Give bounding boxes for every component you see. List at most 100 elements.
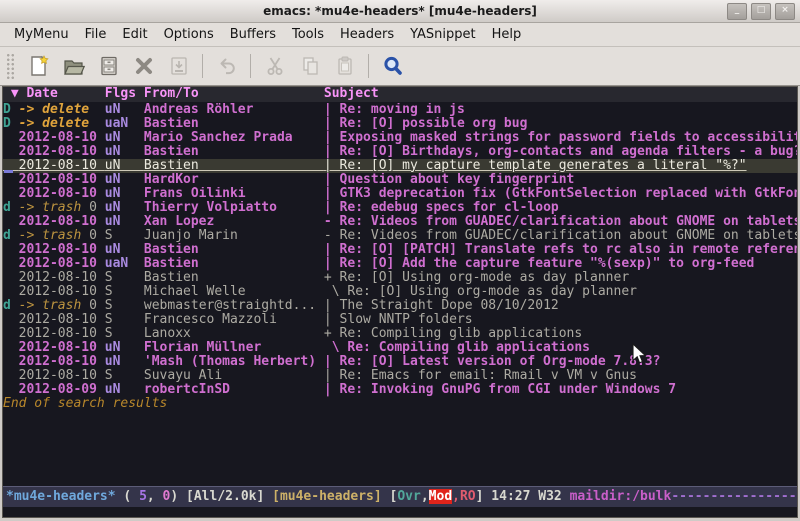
fringe-cursor (4, 170, 13, 173)
new-file-icon (27, 54, 51, 78)
message-row[interactable]: 2012-08-10 uN Bastien | Re: [O] Birthday… (3, 145, 797, 159)
message-row-current[interactable]: 2012-08-10 uN Bastien | Re: [O] my captu… (3, 159, 797, 173)
row-segment: -> trash (19, 229, 82, 243)
row-segment: - Re: Videos from GUADEC/clarification a… (324, 215, 797, 229)
menu-item-yasnippet[interactable]: YASnippet (402, 25, 484, 44)
row-segment: | Re: [O] Add the capture feature "%(sex… (324, 257, 754, 271)
save-icon (97, 54, 121, 78)
modeline-segment: , (147, 489, 163, 504)
minimize-button[interactable]: _ (727, 3, 747, 20)
message-row[interactable]: 2012-08-10 S Bastien + Re: [O] Using org… (3, 271, 797, 285)
row-segment: Bastien (144, 271, 324, 285)
message-row[interactable]: 2012-08-10 uN Mario Sanchez Prada | Expo… (3, 131, 797, 145)
emacs-window: emacs: *mu4e-headers* [mu4e-headers] _□×… (0, 0, 800, 521)
message-row[interactable]: d -> trash 0 uN Thierry Volpiatto | Re: … (3, 201, 797, 215)
message-row[interactable]: 2012-08-10 S Lanoxx + Re: Compiling glib… (3, 327, 797, 341)
row-segment: Mario Sanchez Prada (144, 131, 324, 145)
row-segment: Florian Müllner (144, 341, 324, 355)
row-segment (3, 257, 19, 271)
message-row[interactable]: d -> trash 0 S webmaster@straightd... | … (3, 299, 797, 313)
row-segment (3, 313, 19, 327)
message-row[interactable]: D -> delete uaN Bastien | Re: [O] possib… (3, 117, 797, 131)
row-segment: 2012-08-10 (19, 271, 105, 285)
menu-item-tools[interactable]: Tools (284, 25, 332, 44)
row-segment: uN (105, 355, 144, 369)
message-row[interactable]: 2012-08-09 uN robertcInSD | Re: Invoking… (3, 383, 797, 397)
message-row[interactable]: D -> delete uN Andreas Röhler | Re: movi… (3, 103, 797, 117)
row-segment (3, 215, 19, 229)
row-segment (3, 341, 19, 355)
save-as-button[interactable] (161, 51, 196, 82)
close-button[interactable]: × (775, 3, 795, 20)
menu-item-help[interactable]: Help (484, 25, 530, 44)
paste-button[interactable] (327, 51, 362, 82)
row-segment: Bastien (144, 243, 324, 257)
maximize-button[interactable]: □ (751, 3, 771, 20)
row-segment (3, 271, 19, 285)
message-row[interactable]: 2012-08-10 S Michael Welle \ Re: [O] Usi… (3, 285, 797, 299)
row-segment: | Re: [O] my capture template generates … (324, 159, 747, 173)
row-segment: uN (105, 187, 144, 201)
modeline[interactable]: *mu4e-headers* ( 5, 0) [All/2.0k] [mu4e-… (3, 486, 797, 507)
row-segment: Lanoxx (144, 327, 324, 341)
menu-item-file[interactable]: File (77, 25, 115, 44)
message-row[interactable]: 2012-08-10 uN HardKor | Question about k… (3, 173, 797, 187)
row-segment: uN (105, 215, 144, 229)
row-segment: S (105, 327, 144, 341)
toolbar-drag-handle[interactable] (6, 53, 15, 79)
menu-item-mymenu[interactable]: MyMenu (6, 25, 77, 44)
titlebar[interactable]: emacs: *mu4e-headers* [mu4e-headers] _□× (0, 0, 800, 23)
undo-button[interactable] (209, 51, 244, 82)
message-row[interactable]: 2012-08-10 uN Bastien | Re: [O] [PATCH] … (3, 243, 797, 257)
row-segment: 0 (81, 201, 104, 215)
row-segment: HardKor (144, 173, 324, 187)
row-segment: uN (105, 341, 144, 355)
message-row[interactable]: 2012-08-10 uN Frans Oilinki | GTK3 depre… (3, 187, 797, 201)
row-segment: uaN (105, 117, 144, 131)
close-buffer-button[interactable] (126, 51, 161, 82)
toolbar-separator (250, 54, 251, 78)
echo-area[interactable] (3, 507, 797, 517)
row-segment: S (105, 313, 144, 327)
column-headers[interactable]: ▼ Date Flgs From/To Subject (3, 87, 797, 102)
row-segment: 2012-08-10 (19, 215, 105, 229)
message-row[interactable]: 2012-08-10 uN Florian Müllner \ Re: Comp… (3, 341, 797, 355)
modeline-segment: ] (476, 489, 492, 504)
message-row[interactable]: 2012-08-10 uN 'Mash (Thomas Herbert) | R… (3, 355, 797, 369)
modeline-segment: 14:27 W32 (491, 489, 569, 504)
modeline-segment: [mu4e-headers] (272, 489, 389, 504)
row-segment: \ Re: [O] Using org-mode as day planner (324, 285, 637, 299)
menu-item-options[interactable]: Options (156, 25, 222, 44)
row-segment: 2012-08-10 (19, 341, 105, 355)
row-segment: 2012-08-10 (19, 131, 105, 145)
message-row[interactable]: 2012-08-10 uaN Bastien | Re: [O] Add the… (3, 257, 797, 271)
row-segment: S (105, 229, 144, 243)
row-segment (3, 327, 19, 341)
row-segment: + Re: [O] Using org-mode as day planner (324, 271, 629, 285)
open-folder-button[interactable] (56, 51, 91, 82)
copy-button[interactable] (292, 51, 327, 82)
row-segment: \ Re: Compiling glib applications (324, 341, 590, 355)
row-segment: uN (105, 103, 144, 117)
row-segment: uN (105, 243, 144, 257)
menu-item-edit[interactable]: Edit (114, 25, 155, 44)
menu-item-headers[interactable]: Headers (332, 25, 402, 44)
open-folder-icon (62, 54, 86, 78)
toolbar-separator (202, 54, 203, 78)
save-button[interactable] (91, 51, 126, 82)
message-row[interactable]: 2012-08-10 S Suvayu Ali | Re: Emacs for … (3, 369, 797, 383)
cut-button[interactable] (257, 51, 292, 82)
row-segment: S (105, 369, 144, 383)
message-row[interactable]: d -> trash 0 S Juanjo Marin - Re: Videos… (3, 229, 797, 243)
modeline-segment: RO (460, 489, 476, 504)
row-segment: | Re: [O] Birthdays, org-contacts and ag… (324, 145, 797, 159)
new-file-button[interactable] (21, 51, 56, 82)
mu4e-headers-buffer: ▼ Date Flgs From/To Subject D -> delete … (2, 86, 798, 518)
row-segment: 2012-08-10 (19, 173, 105, 187)
undo-icon (215, 54, 239, 78)
message-row[interactable]: 2012-08-10 S Francesco Mazzoli | Slow NN… (3, 313, 797, 327)
end-of-search-results: End of search results (3, 397, 797, 411)
menu-item-buffers[interactable]: Buffers (222, 25, 284, 44)
message-row[interactable]: 2012-08-10 uN Xan Lopez - Re: Videos fro… (3, 215, 797, 229)
search-button[interactable] (375, 51, 410, 82)
